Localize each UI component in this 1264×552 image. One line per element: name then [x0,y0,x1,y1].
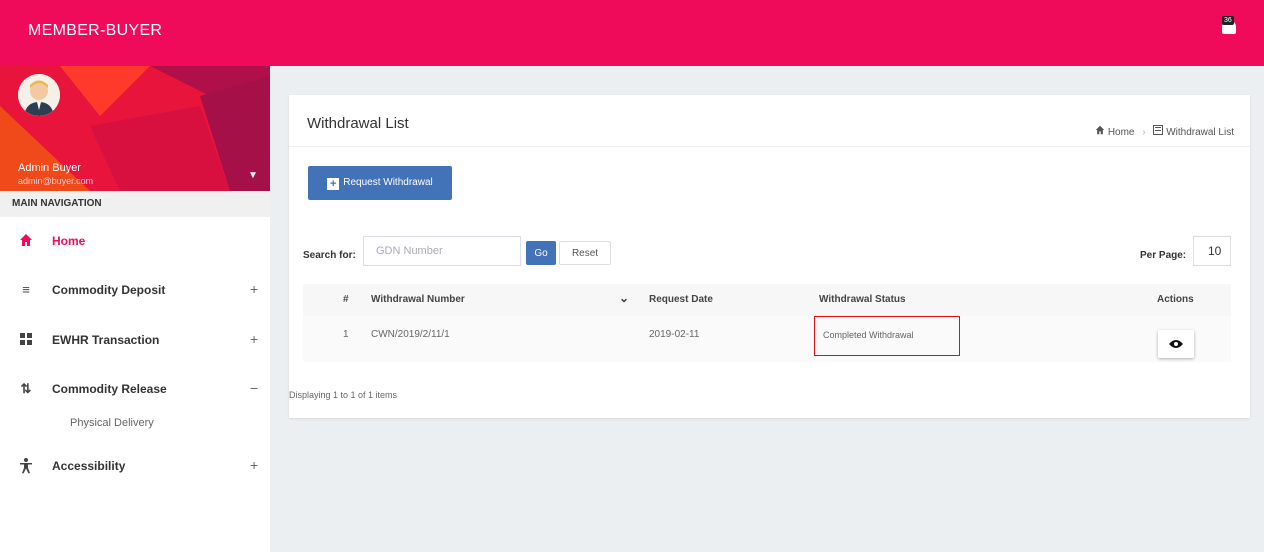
sidebar-item-home[interactable]: Home [0,221,270,261]
chevron-down-icon[interactable]: ▼ [248,170,258,181]
sidebar-subitem-physical-delivery[interactable]: Physical Delivery [70,417,154,429]
go-button[interactable]: Go [526,241,556,265]
transfer-icon [18,332,34,348]
user-email: admin@buyer.com [18,176,94,186]
breadcrumb-current: Withdrawal List [1166,127,1234,138]
home-icon [1095,125,1108,138]
per-page-label: Per Page: [1140,250,1187,261]
column-header-request-date[interactable]: Request Date [649,294,713,305]
nav-header: MAIN NAVIGATION [0,191,270,217]
reset-button[interactable]: Reset [559,241,611,265]
collapse-icon[interactable]: − [250,380,258,396]
sidebar-item-label: Commodity Release [52,382,167,396]
per-page-input[interactable] [1193,236,1231,266]
search-input[interactable] [363,236,521,266]
app-title: MEMBER-BUYER [28,22,163,39]
top-bar: MEMBER-BUYER 36 [0,0,1264,66]
user-panel: Admin Buyer admin@buyer.com ▼ [0,66,270,191]
panel-divider [289,146,1250,147]
sidebar-item-label: Home [52,234,86,248]
row-request-date: 2019-02-11 [649,329,700,340]
row-index: 1 [343,329,349,340]
table-row[interactable]: 1 CWN/2019/2/11/1 2019-02-11 Completed W… [303,316,1231,362]
accessibility-icon [18,458,34,474]
plus-icon: + [327,177,340,190]
notification-badge: 36 [1222,16,1234,25]
list-icon [1153,125,1166,138]
eye-icon [1169,337,1183,352]
notification-bell-icon[interactable]: 36 [1222,16,1238,38]
status-badge: Completed Withdrawal [814,316,960,356]
column-header-actions: Actions [1157,294,1194,305]
expand-icon[interactable]: + [250,331,258,347]
sidebar-item-label: Accessibility [52,459,126,473]
sidebar-item-label: Commodity Deposit [52,283,166,297]
home-icon [18,233,34,249]
request-withdrawal-button[interactable]: + Request Withdrawal [308,166,452,200]
sidebar-item-commodity-release[interactable]: ⇅ Commodity Release − [0,369,270,409]
sidebar: Admin Buyer admin@buyer.com ▼ MAIN NAVIG… [0,66,270,552]
breadcrumb: Home › Withdrawal List [1095,125,1234,138]
breadcrumb-home[interactable]: Home [1108,127,1135,138]
sidebar-item-ewhr-transaction[interactable]: EWHR Transaction + [0,320,270,360]
list-icon: ≡ [22,282,30,297]
column-header-withdrawal-status[interactable]: Withdrawal Status [819,294,906,305]
column-header-index: # [343,294,349,305]
expand-icon[interactable]: + [250,457,258,473]
page-title: Withdrawal List [307,115,409,132]
chevron-down-icon[interactable]: ⌄ [619,291,629,305]
search-label: Search for: [303,250,356,261]
user-name: Admin Buyer [18,162,81,174]
sidebar-item-accessibility[interactable]: Accessibility + [0,446,270,486]
pagination-summary: Displaying 1 to 1 of 1 items [289,390,398,400]
sort-icon: ⇅ [20,381,32,396]
avatar[interactable] [18,74,60,116]
view-button[interactable] [1158,330,1194,358]
sidebar-item-commodity-deposit[interactable]: ≡ Commodity Deposit + [0,270,270,310]
row-withdrawal-status: Completed Withdrawal [823,330,914,340]
row-withdrawal-number: CWN/2019/2/11/1 [371,329,450,340]
request-withdrawal-label: Request Withdrawal [343,176,433,188]
withdrawal-list-panel: Withdrawal List Home › Withdrawal List +… [289,95,1250,418]
table-header: # Withdrawal Number ⌄ Request Date Withd… [303,284,1231,316]
column-header-withdrawal-number[interactable]: Withdrawal Number [371,294,465,305]
sidebar-item-label: EWHR Transaction [52,333,160,347]
expand-icon[interactable]: + [250,281,258,297]
